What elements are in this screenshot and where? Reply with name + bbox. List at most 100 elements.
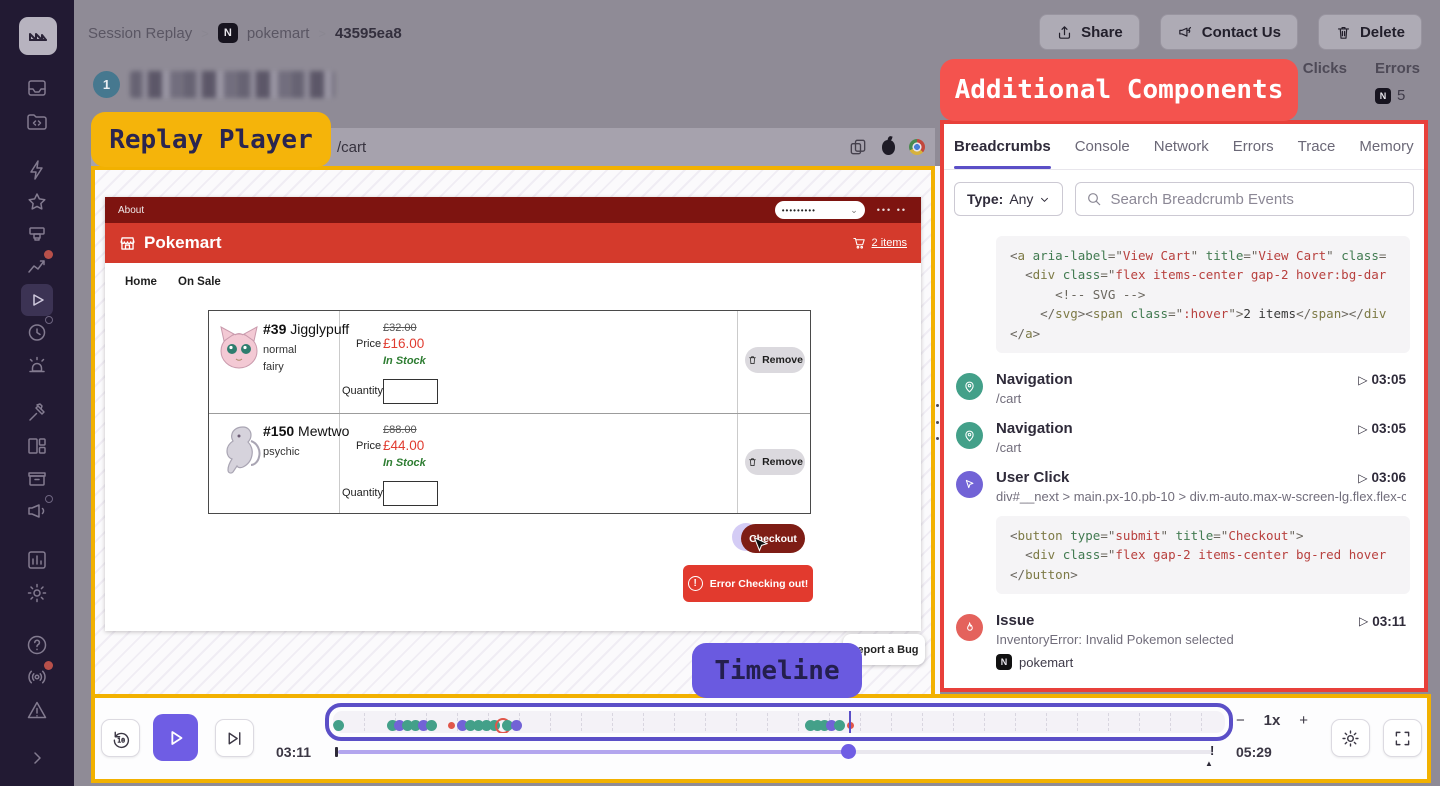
bolt-icon xyxy=(25,158,49,182)
timeline-event-dot[interactable] xyxy=(333,720,344,731)
sidebar-item-bolt[interactable] xyxy=(25,158,49,182)
replay-url[interactable]: /cart xyxy=(337,139,366,156)
seek-bar-fill xyxy=(338,750,849,754)
tab-memory[interactable]: Memory xyxy=(1359,138,1413,169)
timeline-event-dot[interactable] xyxy=(511,720,522,731)
fullscreen-button[interactable] xyxy=(1383,719,1422,757)
sidebar-item-session-replay[interactable] xyxy=(21,284,53,316)
sidebar-item-inbox[interactable] xyxy=(25,76,49,100)
sidebar-item-live[interactable] xyxy=(25,665,49,689)
tab-errors[interactable]: Errors xyxy=(1233,138,1274,169)
session-stats: Clicks Errors N 5 xyxy=(1303,60,1420,104)
timeline-gridline xyxy=(1046,713,1047,733)
hammer-icon xyxy=(25,401,49,425)
sidebar-item-hammer[interactable] xyxy=(25,401,49,425)
sidebar-item-gear[interactable] xyxy=(25,581,49,605)
sidebar-item-trends[interactable] xyxy=(25,254,49,278)
sidebar-item-megaphone[interactable] xyxy=(25,499,49,523)
remove-button[interactable]: Remove xyxy=(745,449,805,475)
sidebar-item-star[interactable] xyxy=(25,190,49,214)
tab-breadcrumbs[interactable]: Breadcrumbs xyxy=(954,138,1051,169)
tab-trace[interactable]: Trace xyxy=(1298,138,1336,169)
jigglypuff-image xyxy=(217,319,261,378)
event-timestamp[interactable]: ▷03:11 xyxy=(1359,614,1406,629)
remove-label: Remove xyxy=(762,354,803,366)
app-sidebar xyxy=(0,0,74,786)
errors-label: Errors xyxy=(1375,60,1420,77)
on-sale-link[interactable]: On Sale xyxy=(178,276,221,288)
seek-bar-thumb[interactable] xyxy=(841,744,856,759)
replay-player-viewport[interactable]: About ••••••••• ⌄ ••• •• Pokemart 2 item… xyxy=(91,166,935,698)
type-filter-label: Type: xyxy=(967,191,1003,207)
event-row-user-click[interactable]: User Click▷03:06div#__next > main.px-10.… xyxy=(952,463,1416,512)
annotation-additional-components: Additional Components xyxy=(940,59,1298,121)
sidebar-item-history[interactable] xyxy=(25,320,49,344)
sidebar-item-code-folder[interactable] xyxy=(25,109,49,133)
storefront-icon xyxy=(118,234,137,253)
event-row-navigation[interactable]: Navigation▷03:05/cart xyxy=(952,365,1416,414)
event-timestamp[interactable]: ▷03:05 xyxy=(1358,421,1406,436)
timeline-gridline xyxy=(1201,713,1202,733)
event-row-issue[interactable]: Issue▷03:11InventoryError: Invalid Pokem… xyxy=(952,606,1416,678)
speed-plus-button[interactable]: + xyxy=(1299,712,1308,729)
panel-divider-handle[interactable] xyxy=(936,404,939,440)
sidebar-item-collapse[interactable] xyxy=(25,746,49,770)
player-settings-button[interactable] xyxy=(1331,719,1370,757)
event-row-navigation[interactable]: Navigation▷03:05/cart xyxy=(952,414,1416,463)
trash-icon xyxy=(747,456,758,468)
timeline-event-dot[interactable] xyxy=(834,720,845,731)
search-input[interactable] xyxy=(1110,191,1403,208)
breadcrumb-project[interactable]: pokemart xyxy=(247,25,310,42)
checkout-error-toast: ! Error Checking out! xyxy=(683,565,813,602)
sidebar-item-layout[interactable] xyxy=(25,434,49,458)
home-link[interactable]: Home xyxy=(125,276,157,288)
inspector-tabs: Breadcrumbs Console Network Errors Trace Memo… xyxy=(944,124,1424,170)
about-link[interactable]: About xyxy=(118,205,144,216)
event-timestamp[interactable]: ▷03:05 xyxy=(1358,372,1406,387)
timeline-event-dot[interactable] xyxy=(426,720,437,731)
event-timestamp[interactable]: ▷03:06 xyxy=(1358,470,1406,485)
skip-to-end-button[interactable] xyxy=(215,719,254,757)
chevron-down-icon: ⌄ xyxy=(850,205,858,216)
timeline-event-dot[interactable] xyxy=(448,722,455,729)
timeline-gridline xyxy=(1108,713,1109,733)
timeline-playhead[interactable] xyxy=(849,711,851,733)
copy-icon[interactable] xyxy=(848,137,868,157)
remove-button[interactable]: Remove xyxy=(745,347,805,373)
sidebar-item-alarm[interactable] xyxy=(25,353,49,377)
stock-status: In Stock xyxy=(383,457,426,469)
quantity-input[interactable] xyxy=(383,379,438,404)
quantity-input[interactable] xyxy=(383,481,438,506)
sidebar-item-box[interactable] xyxy=(25,466,49,490)
posthog-logo[interactable] xyxy=(19,17,57,55)
player-controls-bar: 10 03:11 ! ▲ − 1x + 05:29 xyxy=(91,694,1431,783)
view-cart-link[interactable]: 2 items xyxy=(852,236,907,251)
breadcrumb-session-replay[interactable]: Session Replay xyxy=(88,25,192,42)
type-filter-dropdown[interactable]: Type: Any xyxy=(954,182,1063,216)
tab-network[interactable]: Network xyxy=(1154,138,1209,169)
share-button[interactable]: Share xyxy=(1039,14,1140,50)
seek-bar[interactable] xyxy=(338,750,1213,754)
speed-minus-button[interactable]: − xyxy=(1236,712,1245,729)
sidebar-item-toolbar[interactable] xyxy=(25,222,49,246)
chevron-down-icon xyxy=(1039,194,1050,205)
delete-button[interactable]: Delete xyxy=(1318,14,1422,50)
timeline-track[interactable] xyxy=(333,711,1225,733)
share-icon xyxy=(1056,24,1073,41)
sidebar-item-bar-chart[interactable] xyxy=(25,548,49,572)
pokemon-name: #39 Jigglypuff xyxy=(263,321,349,337)
play-button[interactable] xyxy=(153,714,198,761)
password-select[interactable]: ••••••••• ⌄ xyxy=(775,201,865,219)
sidebar-item-help[interactable] xyxy=(25,633,49,657)
warning-icon xyxy=(25,698,49,722)
tab-console[interactable]: Console xyxy=(1075,138,1130,169)
timeline-gridline xyxy=(798,713,799,733)
quantity-label: Quantity xyxy=(342,385,383,397)
pokemart-brand[interactable]: Pokemart xyxy=(144,233,221,253)
sidebar-item-warning[interactable] xyxy=(25,698,49,722)
contact-us-button[interactable]: Contact Us xyxy=(1160,14,1298,50)
navigation-pin-icon xyxy=(962,428,977,443)
skip-back-10-button[interactable]: 10 xyxy=(101,719,140,757)
sale-price: £44.00 xyxy=(383,438,424,453)
sale-price: £16.00 xyxy=(383,336,424,351)
